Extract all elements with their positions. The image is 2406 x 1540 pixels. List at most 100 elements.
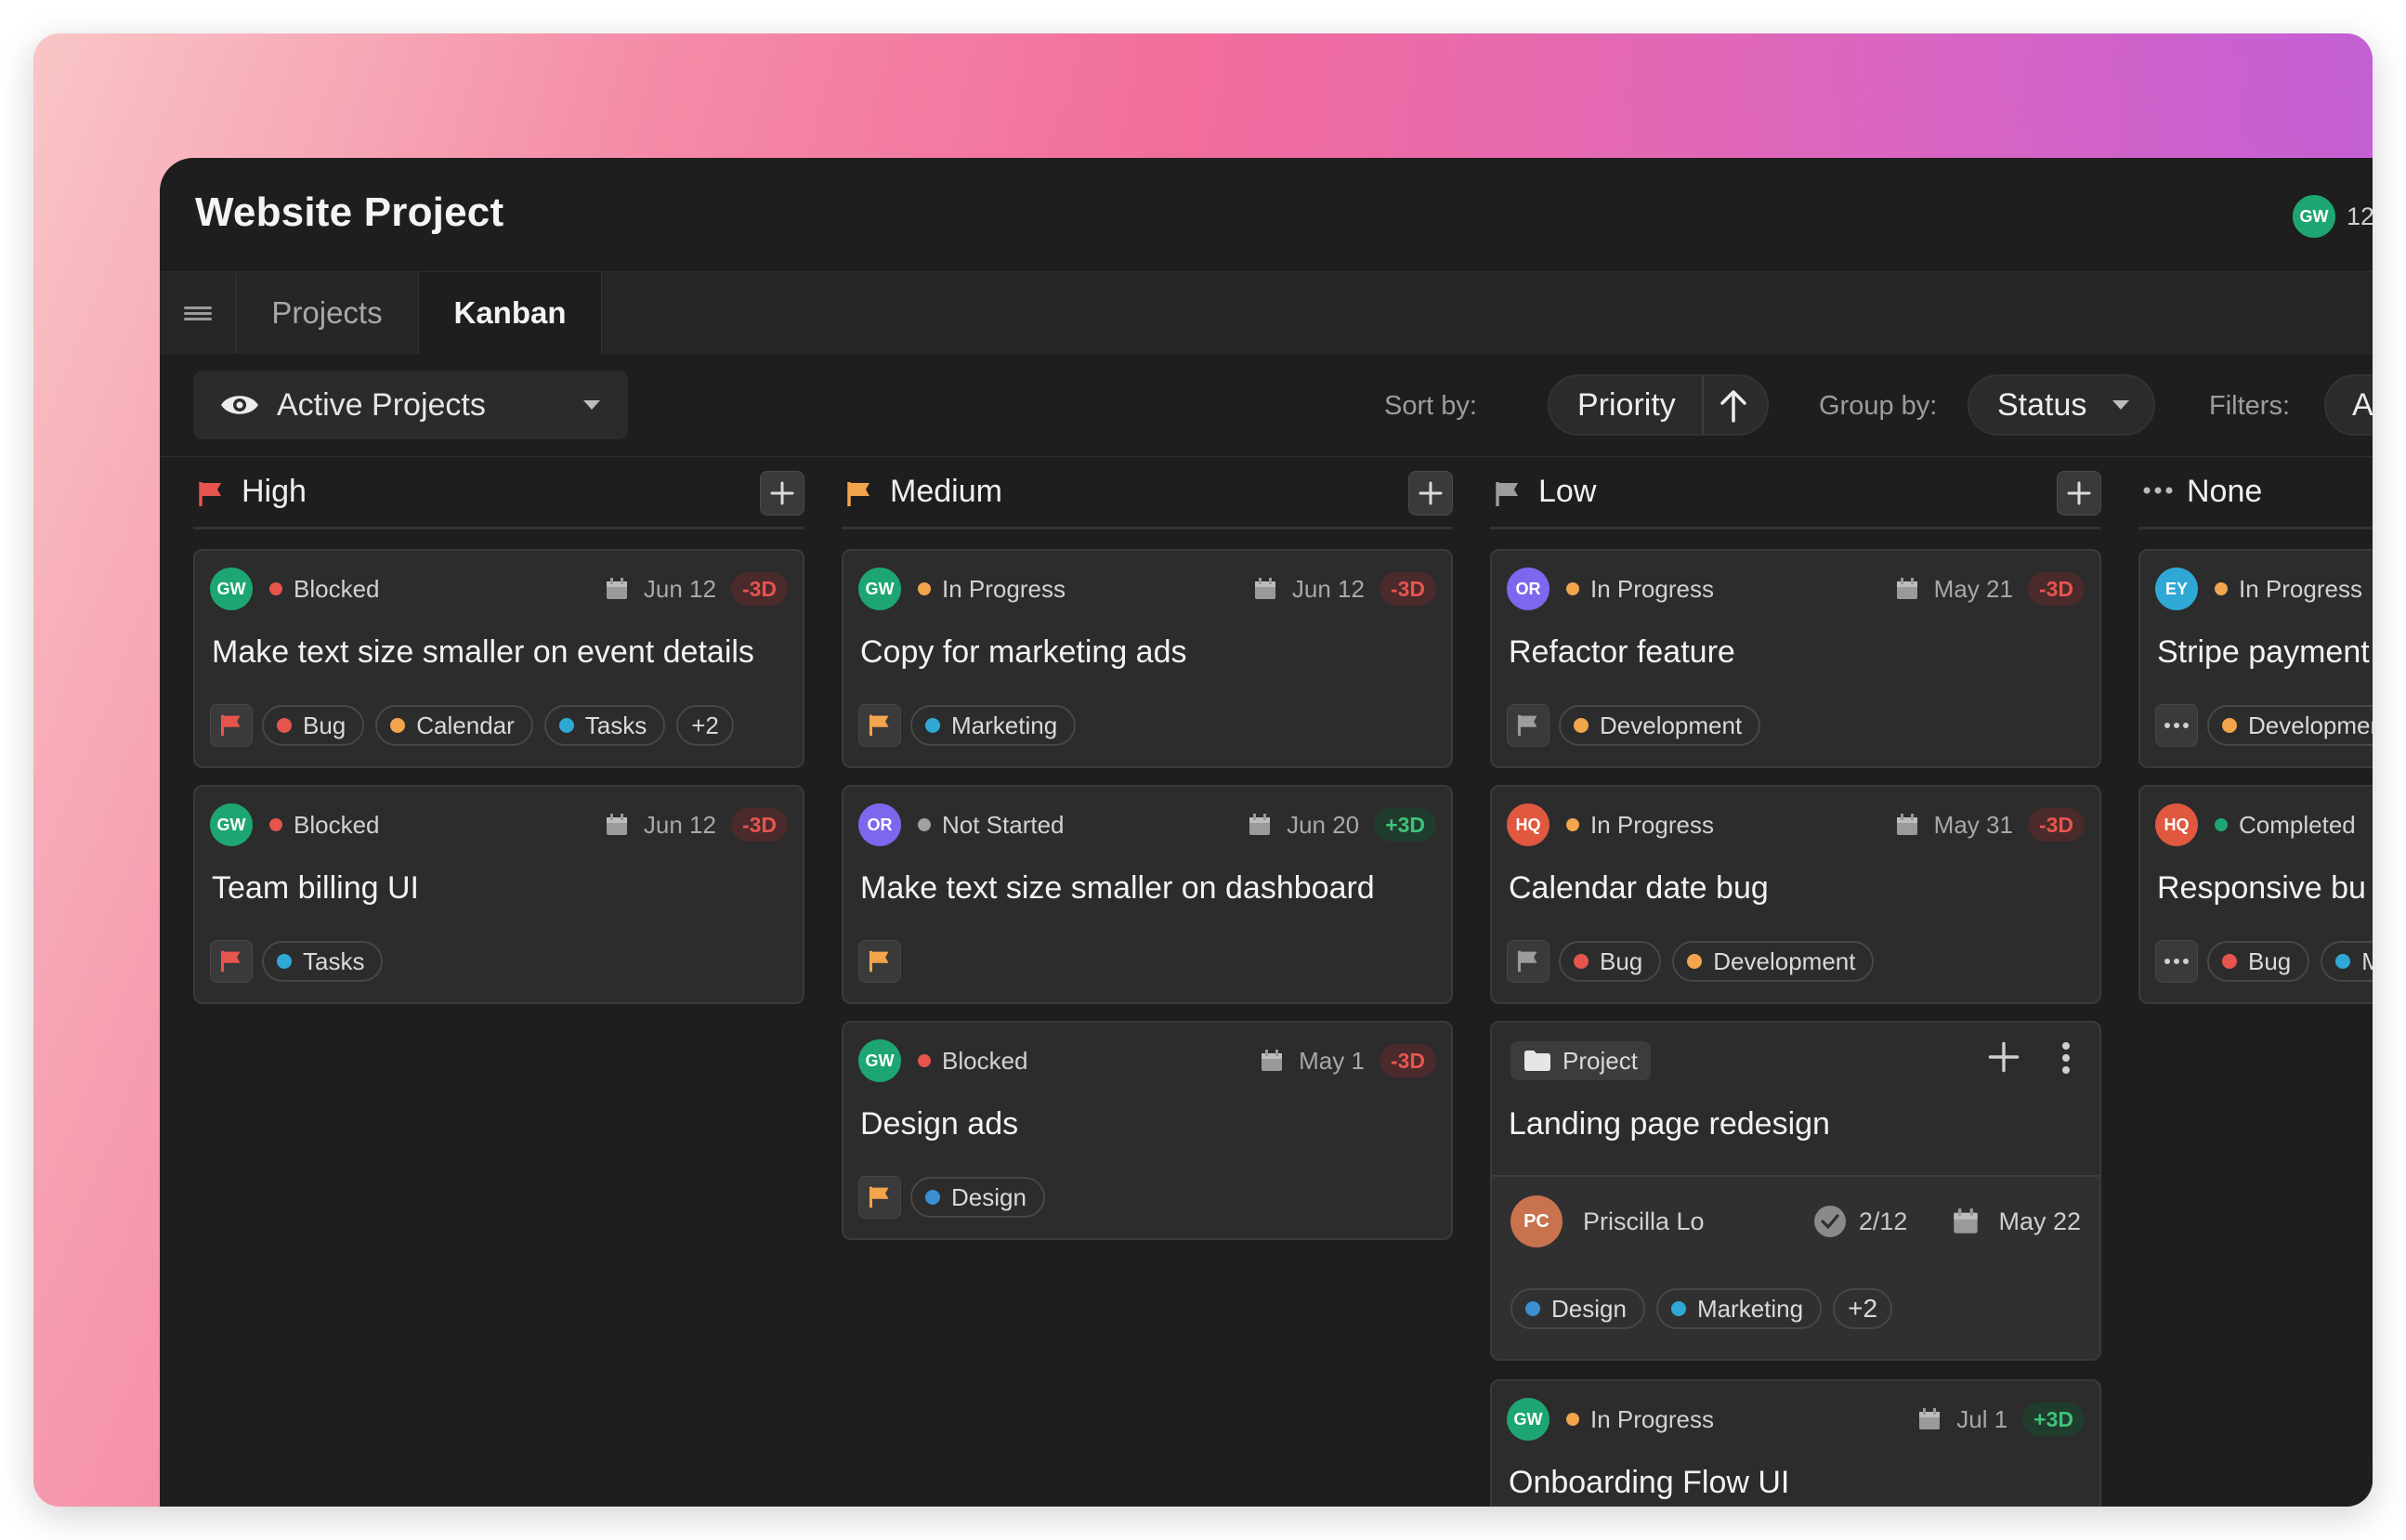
add-card-button[interactable] (2057, 471, 2101, 516)
project-type-badge: Project (1510, 1041, 1651, 1080)
avatar[interactable]: HQ (1507, 803, 1550, 846)
tag[interactable]: Design (910, 1177, 1045, 1218)
tag[interactable]: Marketing (910, 705, 1077, 746)
avatar[interactable]: OR (858, 803, 901, 846)
card-title: Refactor feature (1509, 634, 1735, 670)
filter-select[interactable]: Assi (2324, 374, 2373, 436)
tag[interactable]: Marketing (1655, 1288, 1823, 1329)
more-horizontal-icon (2142, 476, 2174, 509)
calendar-icon (1919, 1408, 1941, 1429)
arrow-up-icon[interactable] (1719, 389, 1748, 423)
filter-value: Assi (2352, 386, 2373, 423)
tag[interactable]: Calendar (375, 705, 533, 746)
column-header: Medium (842, 456, 1453, 529)
more-horizontal-icon[interactable] (2155, 704, 2198, 747)
header-user[interactable]: GW 12 (2291, 193, 2373, 240)
add-card-button[interactable] (760, 471, 804, 516)
avatar[interactable]: GW (210, 803, 253, 846)
avatar[interactable]: GW (2291, 193, 2337, 240)
due-date: May 31 (1895, 811, 2013, 840)
status-badge: In Progress (2215, 575, 2362, 604)
card-title: Team billing UI (212, 870, 419, 906)
overdue-badge: -3D (1379, 572, 1436, 606)
status-badge: Completed (2215, 811, 2356, 840)
due-date: Jul 1 (1917, 1405, 2007, 1434)
avatar[interactable]: GW (1507, 1398, 1550, 1441)
eye-icon (219, 391, 260, 419)
task-card[interactable]: OR Not Started Jun 20 +3D Make text size… (842, 785, 1453, 1004)
avatar[interactable]: HQ (2155, 803, 2198, 846)
task-card[interactable]: HQ In Progress May 31 -3D Calendar date … (1490, 785, 2101, 1004)
tag[interactable]: Development (1559, 705, 1761, 746)
due-date: Jun 12 (1253, 575, 1365, 604)
avatar[interactable]: GW (210, 568, 253, 610)
flag-icon[interactable] (858, 704, 901, 747)
tag[interactable]: Bug (262, 705, 365, 746)
task-card[interactable]: GW In Progress Jun 12 -3D Copy for marke… (842, 549, 1453, 768)
app-header: Website Project GW 12 (160, 158, 2373, 272)
tag[interactable]: M (2321, 941, 2373, 982)
chevron-down-icon (2112, 400, 2129, 410)
flag-icon[interactable] (858, 1176, 901, 1219)
column-title: Low (1538, 474, 1597, 509)
card-title: Make text size smaller on event details (212, 634, 754, 670)
page-title: Website Project (195, 189, 504, 235)
task-card[interactable]: HQ Completed Responsive bu Bug M (2138, 785, 2373, 1004)
calendar-icon (1896, 814, 1917, 835)
column-none: None EY In Progress Stripe payment Devel… (2138, 456, 2373, 1507)
view-select[interactable]: Active Projects (193, 371, 628, 439)
flag-icon (197, 480, 225, 513)
status-badge: In Progress (918, 575, 1066, 604)
task-card[interactable]: EY In Progress Stripe payment Developmen… (2138, 549, 2373, 768)
column-low: Low OR In Progress May 21 -3D Refactor f… (1490, 456, 2101, 1507)
status-badge: Not Started (918, 811, 1065, 840)
flag-icon[interactable] (210, 940, 253, 983)
task-card[interactable]: GW In Progress Jul 1 +3D Onboarding Flow… (1490, 1379, 2101, 1507)
status-badge: In Progress (1566, 811, 1714, 840)
avatar[interactable]: GW (858, 568, 901, 610)
tag[interactable]: Bug (2207, 941, 2310, 982)
task-card[interactable]: GW Blocked Jun 12 -3D Team billing UI Ta… (193, 785, 804, 1004)
card-title: Copy for marketing ads (860, 634, 1187, 670)
sort-select[interactable]: Priority (1548, 374, 1769, 436)
group-select[interactable]: Status (1968, 374, 2155, 436)
status-badge: Blocked (918, 1047, 1028, 1076)
tag[interactable]: Tasks (543, 705, 666, 746)
tag[interactable]: Development (2207, 705, 2373, 746)
project-card[interactable]: Project Landing page redesign PC Priscil… (1490, 1021, 2101, 1361)
more-horizontal-icon[interactable] (2155, 940, 2198, 983)
more-vertical-icon[interactable] (2060, 1041, 2072, 1079)
flag-icon[interactable] (1507, 940, 1550, 983)
more-tags[interactable]: +2 (676, 705, 734, 746)
tag[interactable]: Development (1672, 941, 1875, 982)
background-frame: Website Project GW 12 Projects Kanban Ac… (33, 33, 2373, 1507)
calendar-icon (606, 814, 627, 835)
plus-icon[interactable] (1988, 1041, 2020, 1077)
chevron-down-icon (583, 400, 600, 410)
avatar[interactable]: PC (1510, 1195, 1563, 1247)
divider (1702, 376, 1704, 434)
flag-icon[interactable] (858, 940, 901, 983)
more-tags[interactable]: +2 (1833, 1288, 1893, 1329)
task-card[interactable]: GW Blocked May 1 -3D Design ads Design (842, 1021, 1453, 1240)
avatar[interactable]: EY (2155, 568, 2198, 610)
plus-icon (770, 481, 794, 505)
column-medium: Medium GW In Progress Jun 12 -3D Copy fo… (842, 456, 1453, 1507)
calendar-icon (1262, 1050, 1283, 1071)
avatar[interactable]: GW (858, 1039, 901, 1082)
card-title: Make text size smaller on dashboard (860, 870, 1375, 906)
flag-icon[interactable] (1507, 704, 1550, 747)
column-header: None (2138, 456, 2373, 529)
flag-icon[interactable] (210, 704, 253, 747)
task-card[interactable]: GW Blocked Jun 12 -3D Make text size sma… (193, 549, 804, 768)
add-card-button[interactable] (1408, 471, 1453, 516)
tag[interactable]: Bug (1559, 941, 1662, 982)
menu-icon[interactable] (160, 272, 237, 354)
subtask-progress: 2/12 (1858, 1207, 1908, 1235)
tab-projects[interactable]: Projects (236, 272, 418, 354)
tag[interactable]: Tasks (262, 941, 384, 982)
task-card[interactable]: OR In Progress May 21 -3D Refactor featu… (1490, 549, 2101, 768)
avatar[interactable]: OR (1507, 568, 1550, 610)
tag[interactable]: Design (1510, 1288, 1645, 1329)
tab-kanban[interactable]: Kanban (418, 272, 602, 354)
